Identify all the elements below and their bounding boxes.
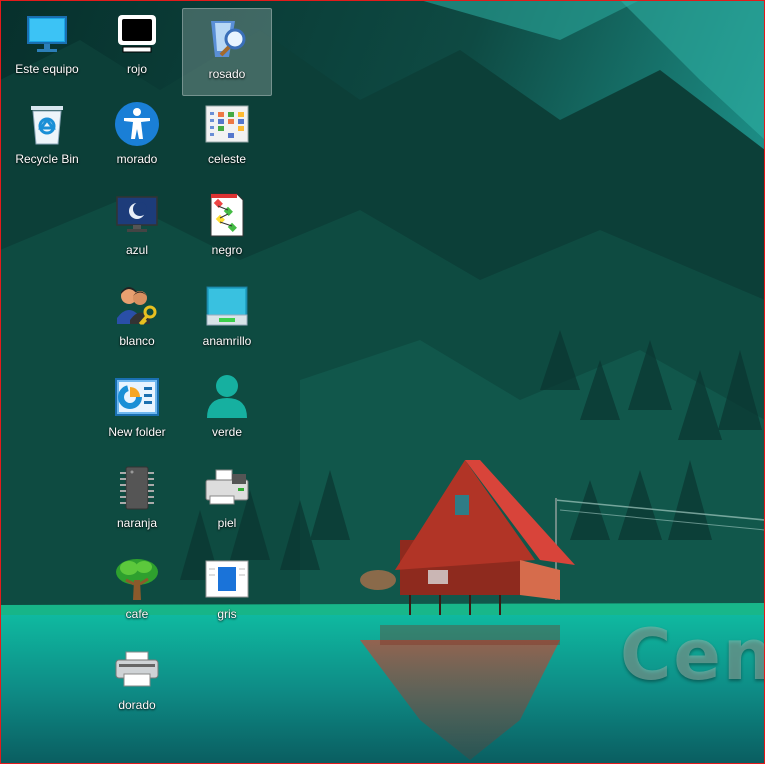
desktop-icon-label: dorado	[118, 698, 156, 712]
desktop-icon-area: Este equipo rojo rosado Recycle Bin mora…	[0, 0, 765, 764]
desktop-icon-rojo[interactable]: rojo	[92, 4, 182, 92]
desktop-icon-este-equipo[interactable]: Este equipo	[2, 4, 92, 92]
desktop-icon-label: piel	[217, 516, 237, 530]
desktop-icon-negro[interactable]: negro	[182, 185, 272, 273]
desktop-icon-label: rosado	[208, 67, 246, 81]
desktop-icon-label: rojo	[126, 62, 147, 76]
desktop-icon-recycle-bin[interactable]: Recycle Bin	[2, 94, 92, 182]
magnifier-mirror-icon	[203, 15, 251, 63]
desktop-icon-label: verde	[211, 425, 243, 439]
tree-icon	[113, 555, 161, 603]
desktop-icon-label: blanco	[119, 334, 155, 348]
desktop-icon-anamrillo[interactable]: anamrillo	[182, 276, 272, 364]
desktop-icon-celeste[interactable]: celeste	[182, 94, 272, 182]
desktop-icon-label: gris	[217, 607, 237, 621]
users-key-icon	[113, 282, 161, 330]
desktop-icon-morado[interactable]: morado	[92, 94, 182, 182]
desktop-icon-label: negro	[211, 243, 243, 257]
desktop-icon-label: cafe	[125, 607, 149, 621]
desktop-icon-dorado[interactable]: dorado	[92, 640, 182, 728]
desktop-icon-blanco[interactable]: blanco	[92, 276, 182, 364]
desktop-icon-new-folder[interactable]: New folder	[92, 367, 182, 455]
drive-monitor-icon	[203, 282, 251, 330]
desktop-icon-rosado[interactable]: rosado	[182, 8, 272, 96]
desktop-icon-label: celeste	[207, 152, 247, 166]
printer-icon	[113, 646, 161, 694]
desktop-icon-label: Recycle Bin	[15, 152, 79, 166]
desktop-icon-label: morado	[116, 152, 158, 166]
black-monitor-icon	[113, 10, 161, 58]
memory-chip-icon	[113, 464, 161, 512]
desktop-icon-verde[interactable]: verde	[182, 367, 272, 455]
desktop-icon-cafe[interactable]: cafe	[92, 549, 182, 637]
accessibility-icon	[113, 100, 161, 148]
presentation-chart-icon	[113, 373, 161, 421]
desktop-icon-label: anamrillo	[202, 334, 252, 348]
desktop-icon-label: naranja	[116, 516, 158, 530]
desktop-icon-piel[interactable]: piel	[182, 458, 272, 546]
monitor-icon	[23, 10, 71, 58]
control-panel-grid-icon	[203, 100, 251, 148]
desktop-icon-azul[interactable]: azul	[92, 185, 182, 273]
desktop-icon-label: Este equipo	[15, 62, 79, 76]
desktop-icon-label: azul	[125, 243, 148, 257]
recycle-bin-icon	[23, 100, 71, 148]
desktop-icon-naranja[interactable]: naranja	[92, 458, 182, 546]
desktop-icon-gris[interactable]: gris	[182, 549, 272, 637]
sleep-monitor-icon	[113, 191, 161, 239]
document-window-icon	[203, 555, 251, 603]
flowchart-document-icon	[203, 191, 251, 239]
fax-printer-icon	[203, 464, 251, 512]
desktop-icon-label: New folder	[108, 425, 166, 439]
user-avatar-icon	[203, 373, 251, 421]
